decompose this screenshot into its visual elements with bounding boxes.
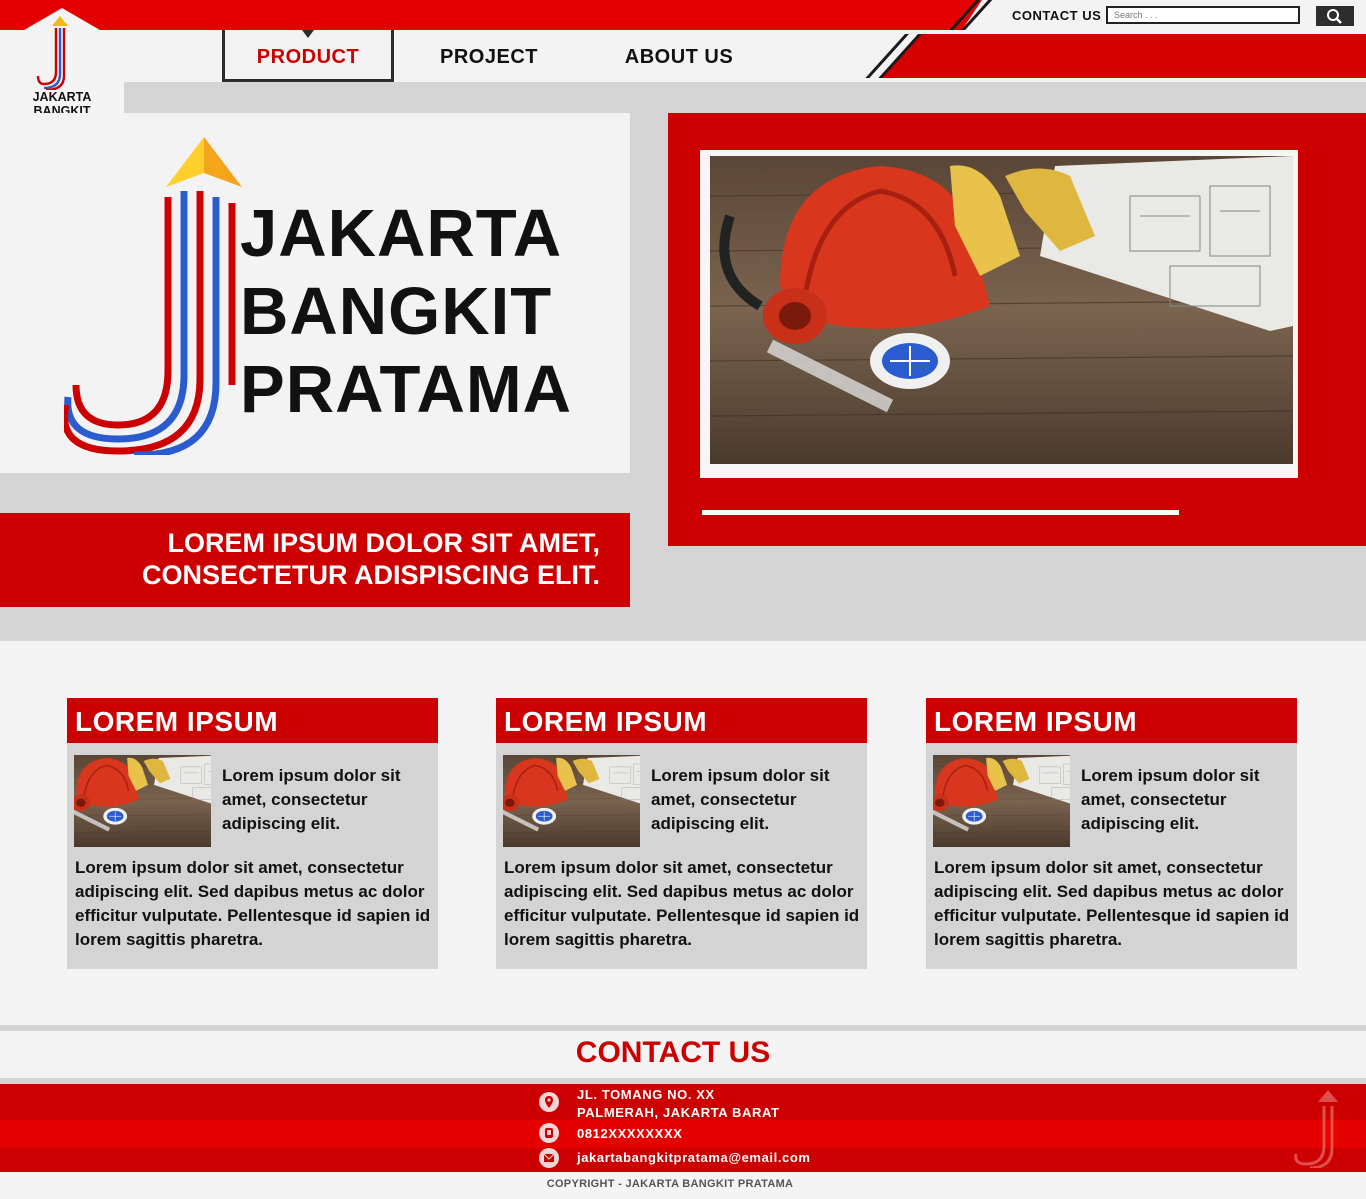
card-intro: Lorem ipsum dolor sit amet, consectetur … [651, 766, 830, 833]
nav-accent-bar [880, 34, 1366, 78]
contact-title: CONTACT US [575, 1036, 771, 1069]
logo-mark-icon [64, 137, 242, 455]
brand-line: PRATAMA [240, 352, 573, 427]
card-title: LOREM IPSUM [926, 698, 1297, 743]
watermark-logo-icon [1294, 1090, 1338, 1168]
hero-logo-card: JAKARTA BANGKIT PRATAMA [0, 113, 630, 473]
tagline-line: LOREM IPSUM DOLOR SIT AMET, [167, 528, 600, 558]
footer-contact: JL. TOMANG NO. XX PALMERAH, JAKARTA BARA… [0, 1084, 1366, 1172]
map-pin-icon [539, 1092, 559, 1112]
divider [702, 510, 1179, 515]
hero-tagline: LOREM IPSUM DOLOR SIT AMET, CONSECTETUR … [0, 527, 600, 591]
card-body: Lorem ipsum dolor sit amet, consectetur … [75, 858, 431, 949]
card-intro: Lorem ipsum dolor sit amet, consectetur … [1081, 766, 1260, 833]
phone-number[interactable]: 0812XXXXXXXX [577, 1125, 683, 1143]
email-link[interactable]: jakartabangkitpratama@email.com [577, 1149, 811, 1167]
feature-card[interactable]: LOREM IPSUM Lorem ipsum dolor sit amet, … [926, 698, 1297, 969]
card-thumbnail [503, 755, 640, 847]
card-body: Lorem ipsum dolor sit amet, consectetur … [934, 858, 1290, 949]
card-title: LOREM IPSUM [496, 698, 867, 743]
nav-item-about-us[interactable]: ABOUT US [594, 30, 764, 82]
card-thumbnail [74, 755, 211, 847]
card-intro: Lorem ipsum dolor sit amet, consectetur … [222, 766, 401, 833]
card-thumbnail [933, 755, 1070, 847]
active-caret-icon [302, 30, 314, 38]
brand-line: JAKARTA [240, 196, 563, 271]
contact-us-link[interactable]: CONTACT US [1012, 8, 1101, 23]
search-button[interactable] [1316, 6, 1354, 26]
hero-brand-name: JAKARTA BANGKIT PRATAMA [240, 195, 572, 429]
feature-card[interactable]: LOREM IPSUM Lorem ipsum dolor sit amet, … [67, 698, 438, 969]
search-input[interactable] [1106, 6, 1300, 24]
hero-photo [710, 156, 1293, 464]
feature-card[interactable]: LOREM IPSUM Lorem ipsum dolor sit amet, … [496, 698, 867, 969]
address-line: PALMERAH, JAKARTA BARAT [577, 1105, 780, 1120]
tagline-line: CONSECTETUR ADISPISCING ELIT. [141, 560, 600, 590]
card-title: LOREM IPSUM [67, 698, 438, 743]
address-line: JL. TOMANG NO. XX [577, 1087, 715, 1102]
phone-icon [539, 1123, 559, 1143]
logo-mark-icon [36, 16, 68, 90]
brand-line: BANGKIT [240, 274, 553, 349]
card-body: Lorem ipsum dolor sit amet, consectetur … [504, 858, 860, 949]
logo-line: JAKARTA [32, 90, 92, 104]
address: JL. TOMANG NO. XX PALMERAH, JAKARTA BARA… [577, 1086, 780, 1122]
copyright: COPYRIGHT - JAKARTA BANGKIT PRATAMA [546, 1178, 794, 1190]
magnifier-icon [1327, 9, 1342, 24]
mail-icon [539, 1148, 559, 1168]
nav-item-project[interactable]: PROJECT [404, 30, 574, 82]
